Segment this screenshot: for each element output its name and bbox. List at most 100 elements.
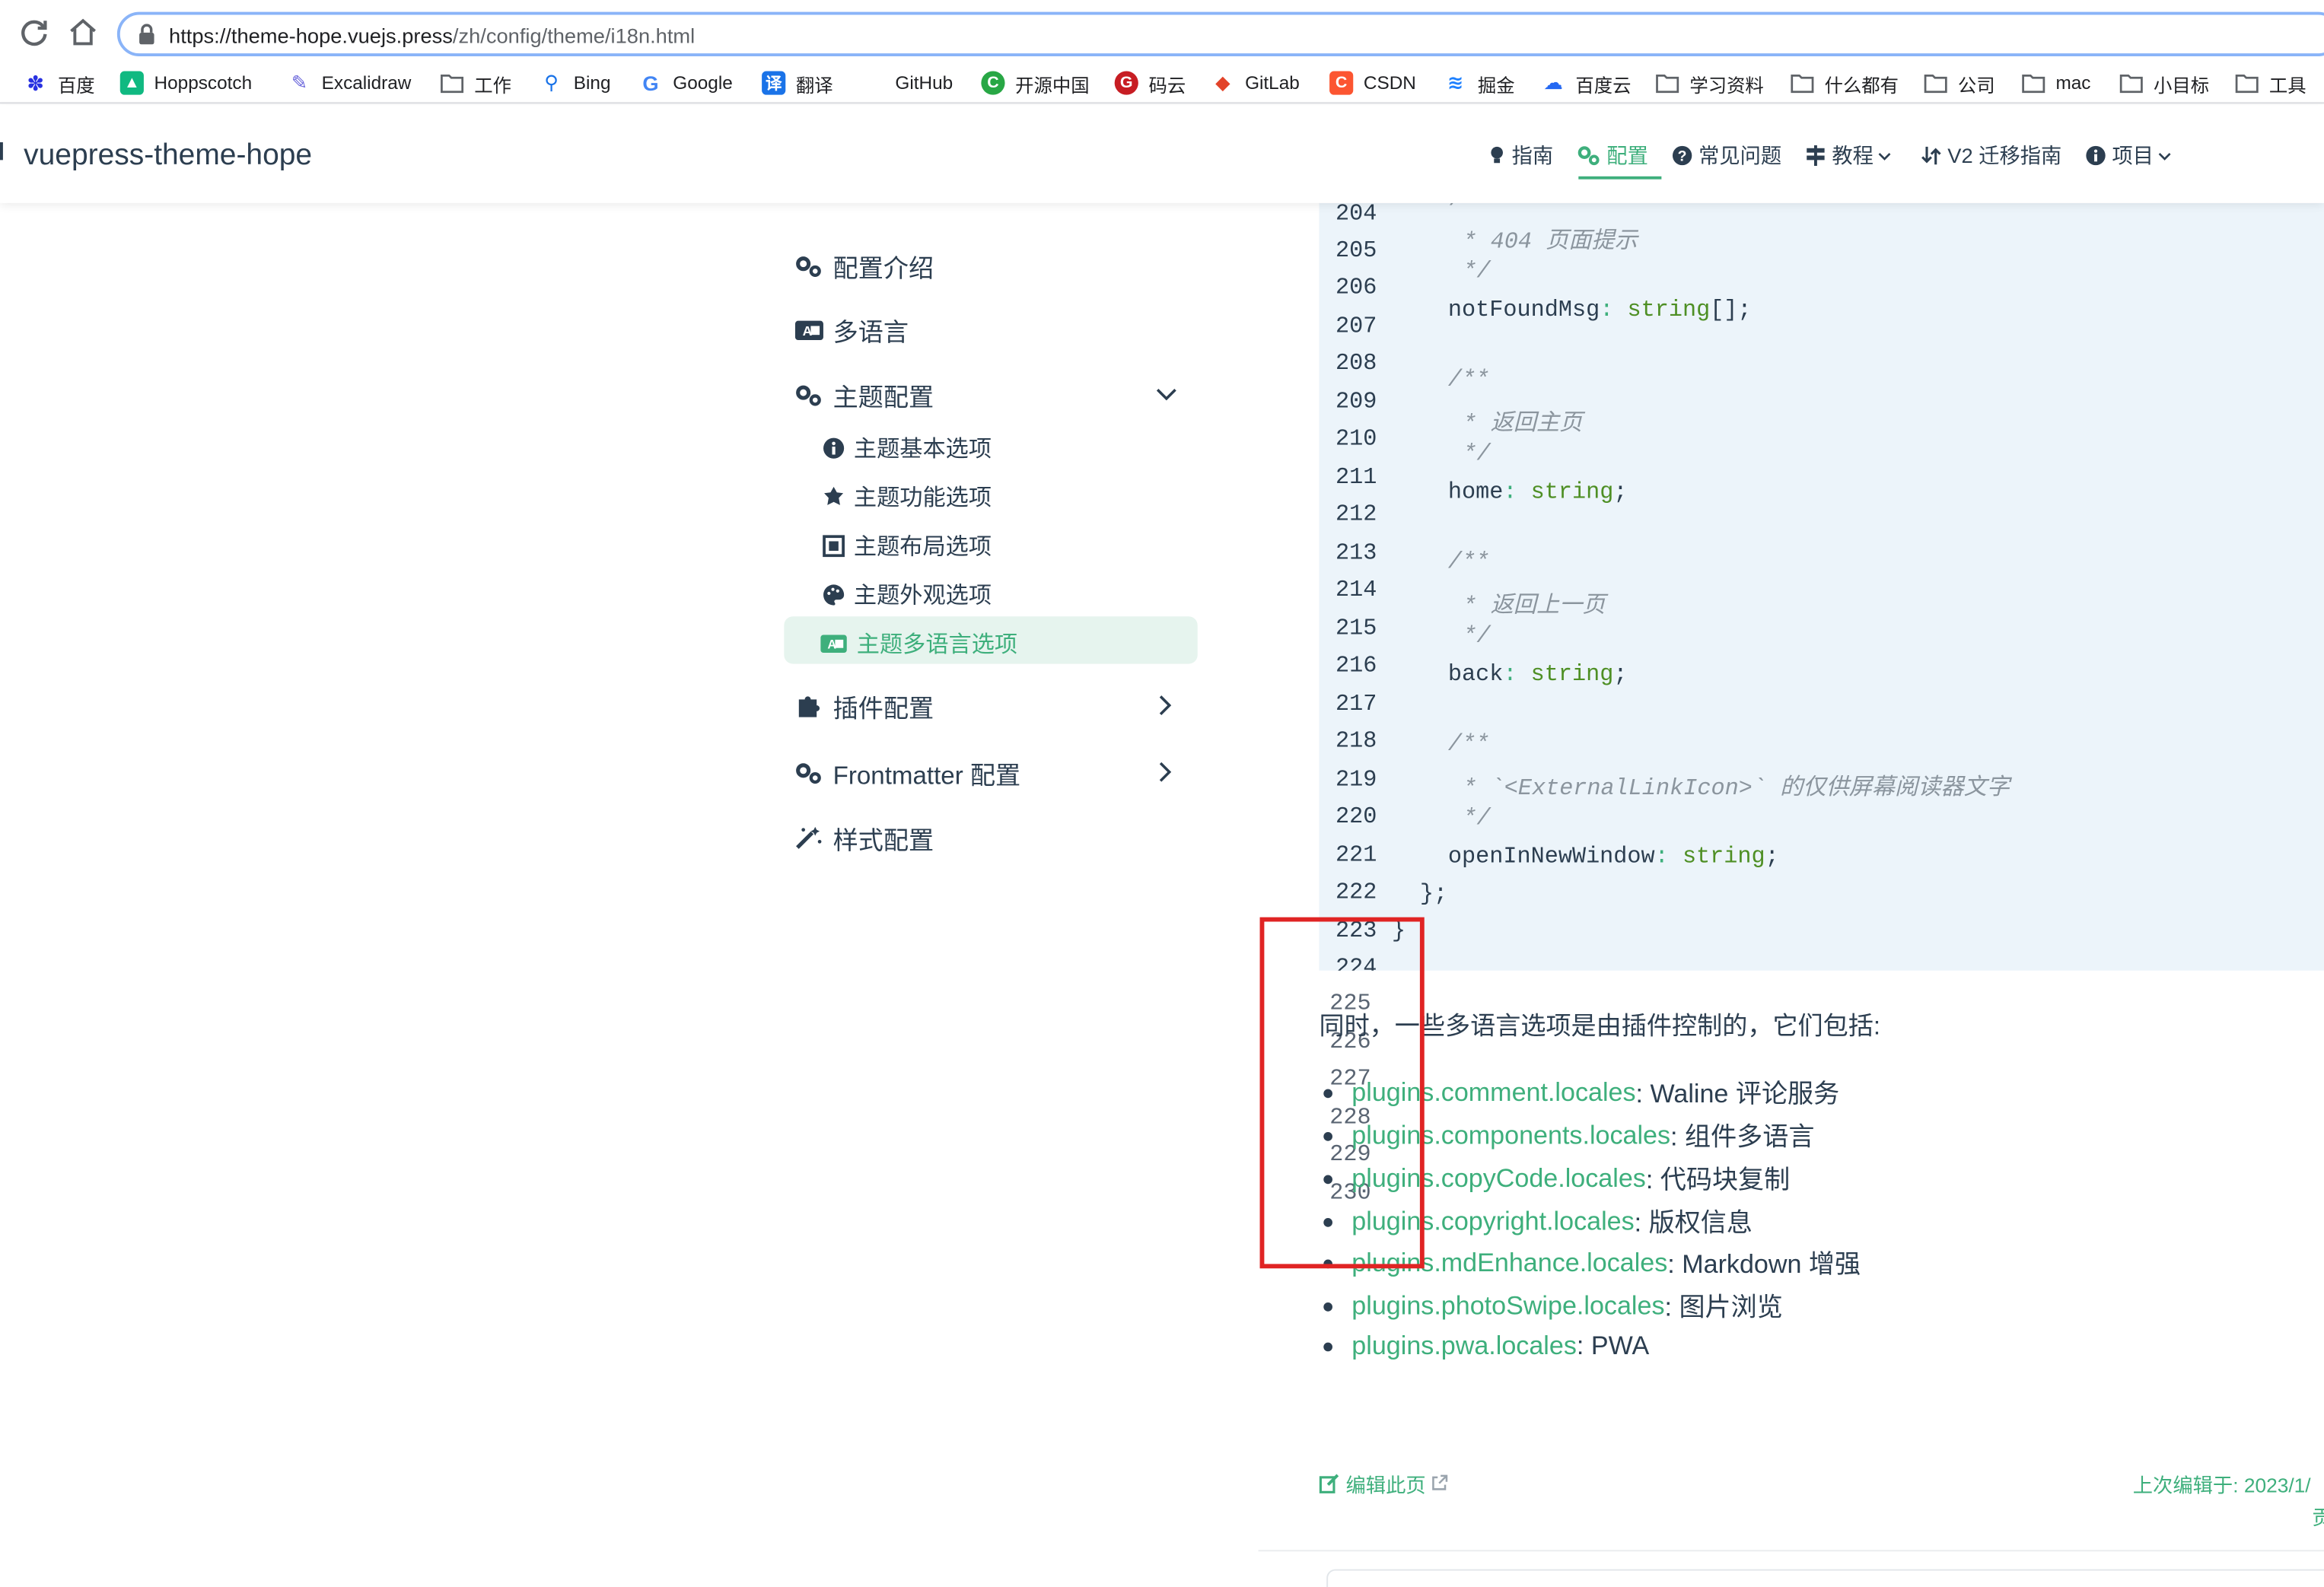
language-icon: A [794, 320, 823, 340]
oschina-icon: C [981, 71, 1005, 95]
code-comment: */ [1463, 804, 1491, 832]
sidebar-item-theme-config[interactable]: 主题配置 [794, 377, 934, 414]
nav-faq[interactable]: ? 常见问题 [1672, 139, 1781, 172]
baidu-cloud-icon: ☁ [1543, 71, 1563, 94]
bookmark-baidu-cloud[interactable]: ☁ 百度云 [1542, 68, 1632, 98]
bookmark-excalidraw[interactable]: ✎ Excalidraw [288, 68, 412, 98]
line-number: 214 [1336, 576, 1377, 603]
gears-icon [1577, 146, 1600, 166]
nav-guide[interactable]: 指南 [1488, 139, 1553, 172]
csdn-icon: C [1329, 71, 1354, 95]
line-number: 220 [1336, 803, 1377, 830]
external-link-icon [1432, 1474, 1448, 1490]
bookmark-hoppscotch[interactable]: ▲ Hoppscotch [119, 68, 252, 98]
bookmark-folder-study[interactable]: 学习资料 [1656, 68, 1764, 98]
site-brand[interactable]: vuepress-theme-hope [24, 139, 312, 173]
line-number: 209 [1336, 388, 1377, 415]
bookmark-gitlab[interactable]: ◆ GitLab [1211, 68, 1300, 98]
code-line-back: back: string; [1447, 660, 1628, 688]
bookmark-folder-tools[interactable]: 工具 [2235, 68, 2306, 98]
folder-icon [2022, 71, 2045, 94]
code-close-inner: }; [1419, 879, 1448, 907]
bookmark-folder-company[interactable]: 公司 [1924, 68, 1995, 98]
line-number: 204 [1336, 202, 1377, 227]
excalidraw-pen-icon: ✎ [291, 71, 308, 94]
puzzle-icon [798, 696, 820, 717]
juejin-icon: ≋ [1447, 71, 1464, 94]
code-comment: */ [1463, 257, 1491, 285]
bookmark-google[interactable]: G Google [638, 68, 732, 98]
sidebar-item-config-intro[interactable]: 配置介绍 [794, 247, 934, 285]
sidebar-item-frontmatter-config[interactable]: Frontmatter 配置 [794, 754, 1020, 791]
line-number: 215 [1336, 615, 1377, 642]
bookmark-baidu[interactable]: ✽ 百度 [24, 68, 94, 98]
line-number: 212 [1336, 501, 1377, 528]
bookmark-juejin[interactable]: ≋ 掘金 [1444, 68, 1515, 98]
list-item: plugins.photoSwipe.locales: 图片浏览 [1323, 1288, 1783, 1325]
sidebar-item-plugin-config[interactable]: 插件配置 [794, 688, 934, 725]
sidebar-item-style-config[interactable]: 样式配置 [794, 819, 934, 857]
code-comment: /** [1447, 366, 1490, 393]
sidebar-item-i18n[interactable]: A 多语言 [794, 311, 909, 348]
site-nav: 指南 配置 ? 常见问题 教程 V2 迁移指南 项目 [1488, 139, 2201, 172]
code-comment: / [1450, 203, 1463, 212]
folder-icon [1924, 71, 1947, 94]
nav-active-underline [1578, 176, 1662, 180]
bookmark-github[interactable]: GitHub [861, 68, 953, 98]
chevron-right-icon[interactable] [1154, 694, 1175, 725]
line-number: 208 [1336, 349, 1377, 377]
line-number: 221 [1336, 841, 1377, 869]
url-text: https://theme-hope.vuejs.press/zh/config… [169, 24, 696, 48]
page-nav-box[interactable] [1326, 1569, 2324, 1587]
contributors-label: 贡 [2312, 1501, 2324, 1531]
line-number: 205 [1336, 237, 1377, 264]
plugin-link[interactable]: plugins.pwa.locales [1351, 1331, 1577, 1362]
bookmark-csdn[interactable]: C CSDN [1329, 68, 1416, 98]
code-line-notfoundmsg: notFoundMsg: string[]; [1447, 296, 1752, 323]
palette-icon [823, 584, 845, 605]
sidebar-sub-appearance[interactable]: 主题外观选项 [823, 578, 992, 611]
bookmark-gitee[interactable]: G 码云 [1114, 68, 1186, 98]
site-navbar: vuepress-theme-hope 指南 配置 ? 常见问题 教程 V2 迁… [0, 105, 2324, 203]
gears-icon [796, 256, 821, 277]
gears-icon [796, 384, 821, 405]
nav-project[interactable]: 项目 [2085, 139, 2177, 172]
sidebar-sub-i18n-active[interactable]: A 主题多语言选项 [820, 627, 1017, 660]
signs-icon [1807, 145, 1825, 167]
reload-icon[interactable] [16, 14, 52, 50]
bookmark-folder-goals[interactable]: 小目标 [2119, 68, 2209, 98]
folder-icon [2235, 71, 2259, 94]
chevron-right-icon[interactable] [1154, 760, 1175, 791]
baidu-paw-icon: ✽ [27, 70, 45, 94]
divider [1258, 1550, 2324, 1552]
svg-text:?: ? [1678, 148, 1687, 164]
bookmark-translate[interactable]: 译翻译 [762, 68, 833, 98]
last-edited-info: 上次编辑于: 2023/1/ [2132, 1474, 2311, 1497]
chevron-down-icon[interactable] [1154, 383, 1178, 412]
home-icon[interactable] [65, 14, 101, 50]
bookmark-folder-mac[interactable]: mac [2022, 68, 2090, 98]
bookmark-folder-work[interactable]: 工作 [440, 68, 511, 98]
chevron-down-icon [2158, 152, 2171, 160]
bookmark-bing[interactable]: ⚲ Bing [540, 68, 610, 98]
edit-page-link[interactable]: 编辑此页 [1319, 1468, 1453, 1498]
code-comment: * 返回上一页 [1463, 593, 1606, 620]
lock-icon [138, 24, 155, 52]
sidebar-sub-layout[interactable]: 主题布局选项 [823, 529, 992, 561]
code-comment: * 返回主页 [1463, 410, 1583, 437]
code-comment: /** [1447, 548, 1490, 575]
nav-config[interactable]: 配置 [1577, 139, 1648, 172]
bookmark-oschina[interactable]: C 开源中国 [981, 68, 1090, 98]
bookmark-folder-everything[interactable]: 什么都有 [1791, 68, 1899, 98]
plugin-link[interactable]: plugins.photoSwipe.locales [1351, 1290, 1664, 1321]
sidebar-sub-feature[interactable]: 主题功能选项 [823, 480, 992, 513]
address-bar[interactable]: https://theme-hope.vuejs.press/zh/config… [116, 11, 2324, 57]
nav-tutorial[interactable]: 教程 [1805, 139, 1897, 172]
code-line-home: home: string; [1447, 479, 1628, 506]
language-icon: A [820, 634, 847, 653]
sidebar-sub-basic[interactable]: 主题基本选项 [823, 431, 992, 464]
logo-edge [0, 142, 3, 161]
folder-icon [2119, 71, 2143, 94]
folder-icon [1656, 71, 1679, 94]
nav-v2-migration[interactable]: V2 迁移指南 [1921, 139, 2061, 172]
